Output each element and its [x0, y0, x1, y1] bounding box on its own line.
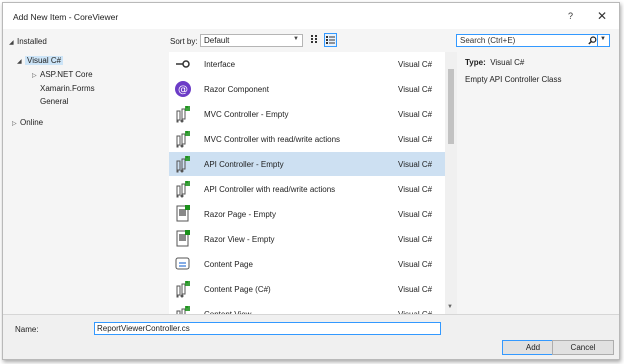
- scroll-down-arrow-icon[interactable]: ▼: [447, 304, 453, 310]
- template-categories-tree: ◢ Installed ◢ Visual C# ▷ ASP.NET Core Xama…: [3, 30, 165, 314]
- collapsed-arrow-icon[interactable]: ▷: [12, 118, 20, 130]
- sort-by-value: Default: [204, 36, 230, 45]
- controller-icon: [176, 131, 190, 148]
- tree-label-online: Online: [20, 118, 44, 127]
- list-view-icon: [326, 36, 335, 44]
- interface-icon: [176, 60, 190, 68]
- tree-node-online[interactable]: ▷ Online: [12, 117, 43, 129]
- type-value: Visual C#: [490, 58, 525, 67]
- template-item[interactable]: Razor Page - Empty Visual C#: [169, 202, 445, 226]
- template-item[interactable]: API Controller - Empty Visual C#: [169, 152, 445, 176]
- search-options-dropdown-icon[interactable]: ▼: [600, 36, 606, 42]
- file-name-input[interactable]: ReportViewerController.cs: [94, 322, 441, 335]
- template-name: Razor Component: [204, 85, 269, 94]
- search-placeholder: Search (Ctrl+E): [460, 36, 516, 45]
- template-item[interactable]: API Controller with read/write actions Vi…: [169, 177, 445, 201]
- tree-label-aspnet-core: ASP.NET Core: [40, 70, 93, 79]
- template-name: API Controller with read/write actions: [204, 185, 336, 194]
- template-name: Content Page (C#): [204, 285, 271, 294]
- search-icon[interactable]: [588, 36, 597, 45]
- template-name: Razor View - Empty: [204, 235, 275, 244]
- small-icons-view-button[interactable]: [309, 33, 322, 47]
- svg-text:@: @: [178, 85, 188, 96]
- tree-label-xamarin-forms: Xamarin.Forms: [40, 84, 95, 93]
- scrollbar-thumb[interactable]: [448, 69, 454, 144]
- template-name: MVC Controller with read/write actions: [204, 135, 341, 144]
- template-language: Visual C#: [398, 60, 433, 69]
- controller-icon: [176, 156, 190, 173]
- template-details: Type: Visual C# Empty API Controller Cla…: [465, 58, 615, 84]
- expanded-arrow-icon[interactable]: ◢: [9, 37, 17, 49]
- razor-page-icon: [176, 205, 190, 222]
- template-item[interactable]: Razor View - Empty Visual C#: [169, 227, 445, 251]
- window-title: Add New Item - CoreViewer: [13, 12, 119, 22]
- template-type: Type: Visual C#: [465, 58, 615, 67]
- content-page-csharp-icon: [176, 281, 190, 298]
- tree-node-aspnet-core[interactable]: ▷ ASP.NET Core: [32, 69, 93, 81]
- tree-label-installed: Installed: [17, 37, 47, 46]
- template-list-scrollbar[interactable]: ▼: [445, 52, 457, 314]
- template-item[interactable]: MVC Controller with read/write actions Vi…: [169, 127, 445, 151]
- tree-node-xamarin-forms[interactable]: Xamarin.Forms: [40, 83, 95, 95]
- template-item[interactable]: Interface Visual C#: [169, 52, 445, 76]
- template-list: Interface Visual C# @ Razor Component Visual…: [169, 52, 457, 314]
- tree-node-visual-csharp[interactable]: ◢ Visual C#: [17, 55, 64, 68]
- cancel-button[interactable]: Cancel: [552, 340, 614, 355]
- help-button[interactable]: ?: [568, 11, 573, 21]
- template-item[interactable]: Content Page Visual C#: [169, 252, 445, 276]
- expanded-arrow-icon[interactable]: ◢: [17, 56, 25, 68]
- template-item[interactable]: Content Page (C#) Visual C#: [169, 277, 445, 301]
- template-name: Razor Page - Empty: [204, 210, 277, 219]
- add-new-item-dialog: Add New Item - CoreViewer ? ✕ ◢ Installed…: [2, 2, 620, 360]
- tree-node-general[interactable]: General: [40, 96, 68, 108]
- template-item[interactable]: @ Razor Component Visual C#: [169, 77, 445, 101]
- controller-icon: [176, 106, 190, 123]
- template-language: Visual C#: [398, 235, 433, 244]
- list-view-button[interactable]: [324, 33, 337, 47]
- type-label: Type:: [465, 58, 486, 67]
- sort-by-label: Sort by:: [170, 37, 198, 46]
- tree-label-visual-csharp: Visual C#: [25, 56, 64, 65]
- tree-node-installed[interactable]: ◢ Installed: [9, 36, 47, 48]
- razor-view-icon: [176, 230, 190, 247]
- template-name: API Controller - Empty: [204, 160, 284, 169]
- template-item[interactable]: MVC Controller - Empty Visual C#: [169, 102, 445, 126]
- close-button[interactable]: ✕: [597, 9, 607, 23]
- template-language: Visual C#: [398, 160, 433, 169]
- footer-panel: Name: ReportViewerController.cs Add Canc…: [3, 314, 619, 359]
- template-description: Empty API Controller Class: [465, 75, 562, 84]
- template-name: Content Page: [204, 260, 253, 269]
- chevron-down-icon: ▼: [293, 36, 299, 42]
- template-name: MVC Controller - Empty: [204, 110, 289, 119]
- template-language: Visual C#: [398, 285, 433, 294]
- template-language: Visual C#: [398, 185, 433, 194]
- tree-label-general: General: [40, 97, 69, 106]
- name-label: Name:: [15, 325, 39, 334]
- sort-by-dropdown[interactable]: Default ▼: [200, 34, 303, 47]
- content-view-icon: [176, 306, 190, 314]
- content-page-icon: [175, 257, 190, 270]
- controller-icon: [176, 181, 190, 198]
- search-divider: [597, 35, 598, 46]
- template-language: Visual C#: [398, 260, 433, 269]
- collapsed-arrow-icon[interactable]: ▷: [32, 70, 40, 82]
- razor-component-icon: @: [175, 81, 191, 97]
- title-bar: Add New Item - CoreViewer ? ✕: [3, 3, 619, 29]
- template-name: Interface: [204, 60, 236, 69]
- template-language: Visual C#: [398, 110, 433, 119]
- grid-view-icon: [311, 35, 317, 43]
- template-item[interactable]: Content ViewVisual C#: [169, 302, 445, 314]
- template-language: Visual C#: [398, 210, 433, 219]
- search-templates-input[interactable]: Search (Ctrl+E) ▼: [456, 34, 610, 47]
- template-language: Visual C#: [398, 85, 433, 94]
- template-language: Visual C#: [398, 135, 433, 144]
